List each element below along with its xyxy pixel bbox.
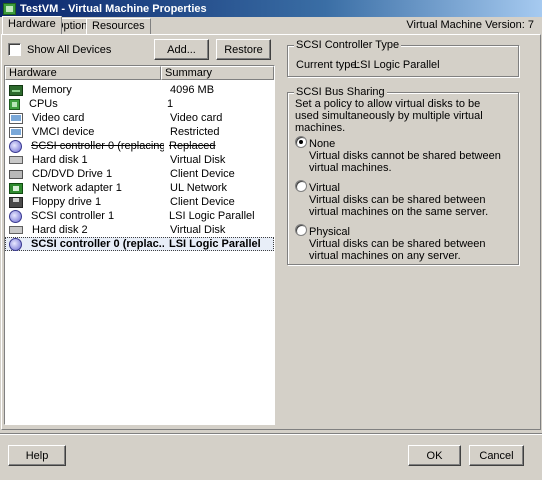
hardware-name: Network adapter 1 — [32, 182, 122, 194]
hardware-row-cd-dvd-drive-1[interactable]: CD/DVD Drive 1 Client Device — [5, 167, 274, 181]
tab-bar: Hardware Options Resources Virtual Machi… — [0, 16, 542, 34]
hardware-summary: Restricted — [170, 126, 220, 138]
help-button[interactable]: Help — [8, 445, 66, 466]
radio-physical-description: Virtual disks can be shared between virt… — [309, 238, 486, 262]
radio-none[interactable] — [295, 136, 307, 148]
ok-button[interactable]: OK — [408, 445, 461, 466]
radio-virtual-label: Virtual — [309, 182, 340, 194]
window-title: TestVM - Virtual Machine Properties — [20, 2, 207, 15]
hardware-name: VMCI device — [32, 126, 95, 138]
hardware-name: Hard disk 2 — [32, 224, 88, 236]
hardware-row-hard-disk-2[interactable]: Hard disk 2 Virtual Disk — [5, 223, 274, 237]
hardware-name: CPUs — [29, 98, 58, 110]
hardware-summary: Client Device — [170, 196, 235, 208]
memory-icon — [9, 84, 23, 96]
restore-button[interactable]: Restore — [216, 39, 271, 60]
cd-dvd-drive-icon — [9, 169, 23, 179]
tab-hardware[interactable]: Hardware — [2, 16, 62, 34]
radio-virtual[interactable] — [295, 180, 307, 192]
network-adapter-icon — [9, 182, 23, 194]
vm-icon — [3, 2, 16, 15]
checkbox-box[interactable] — [8, 43, 21, 56]
scsi-bus-sharing-title: SCSI Bus Sharing — [294, 86, 387, 98]
bus-sharing-description: Set a policy to allow virtual disks to b… — [295, 98, 483, 134]
hardware-list-header: Hardware Summary — [5, 66, 274, 80]
radio-none-description: Virtual disks cannot be shared between v… — [309, 150, 501, 174]
hardware-summary: LSI Logic Parallel — [169, 210, 255, 222]
radio-virtual-description: Virtual disks can be shared between virt… — [309, 194, 489, 218]
tab-resources[interactable]: Resources — [86, 18, 151, 34]
hardware-row-floppy-drive-1[interactable]: Floppy drive 1 Client Device — [5, 195, 274, 209]
hardware-name: Hard disk 1 — [32, 154, 88, 166]
add-button[interactable]: Add... — [154, 39, 209, 60]
column-header-hardware[interactable]: Hardware — [5, 66, 161, 80]
scsi-bus-sharing-group: SCSI Bus Sharing Set a policy to allow v… — [287, 86, 519, 265]
show-all-devices-checkbox[interactable]: Show All Devices — [8, 43, 111, 56]
hardware-row-network-adapter-1[interactable]: Network adapter 1 UL Network — [5, 181, 274, 195]
hardware-name: Floppy drive 1 — [32, 196, 102, 208]
hardware-summary: UL Network — [170, 182, 228, 194]
window-titlebar: TestVM - Virtual Machine Properties — [0, 0, 542, 17]
hardware-summary: Replaced — [169, 140, 216, 152]
radio-physical[interactable] — [295, 224, 307, 236]
hardware-row-video-card[interactable]: Video card Video card — [5, 111, 274, 125]
hardware-name: Memory — [32, 84, 72, 96]
hardware-row-scsi-controller-1[interactable]: SCSI controller 1 LSI Logic Parallel — [5, 209, 274, 223]
hardware-summary: Video card — [170, 112, 223, 124]
vmci-device-icon — [9, 126, 23, 138]
hardware-summary: LSI Logic Parallel — [169, 238, 261, 250]
hardware-summary: 1 — [167, 98, 174, 110]
hardware-row-scsi-controller-0-replacing[interactable]: SCSI controller 0 (replacing) Replaced — [5, 139, 274, 153]
hardware-summary: Client Device — [170, 168, 235, 180]
hardware-row-scsi-controller-0-new[interactable]: SCSI controller 0 (replac... LSI Logic P… — [5, 237, 274, 251]
hardware-name: Video card — [32, 112, 85, 124]
scsi-controller-icon — [9, 237, 22, 251]
hardware-summary: 4096 MB — [170, 84, 215, 96]
footer-divider — [0, 433, 542, 435]
current-type-label: Current type: — [296, 59, 360, 71]
scsi-controller-icon — [9, 139, 22, 153]
hardware-row-vmci-device[interactable]: VMCI device Restricted — [5, 125, 274, 139]
column-header-summary[interactable]: Summary — [161, 66, 274, 80]
hardware-summary: Virtual Disk — [170, 224, 226, 236]
hardware-name: SCSI controller 1 — [31, 210, 115, 222]
hardware-row-cpus[interactable]: CPUs 1 — [5, 97, 274, 111]
hardware-row-memory[interactable]: Memory 4096 MB — [5, 83, 274, 97]
video-card-icon — [9, 112, 23, 124]
floppy-drive-icon — [9, 196, 23, 208]
hardware-row-hard-disk-1[interactable]: Hard disk 1 Virtual Disk — [5, 153, 274, 167]
vm-version-label: Virtual Machine Version: 7 — [406, 19, 534, 31]
scsi-controller-type-group: SCSI Controller Type Current type: LSI L… — [287, 39, 519, 77]
scsi-controller-type-title: SCSI Controller Type — [294, 39, 402, 51]
hardware-name: SCSI controller 0 (replac... — [31, 238, 164, 250]
cpu-icon — [9, 98, 20, 110]
current-type-value: LSI Logic Parallel — [354, 59, 440, 71]
hardware-name: SCSI controller 0 (replacing) — [31, 140, 164, 152]
show-all-devices-label: Show All Devices — [27, 43, 112, 56]
scsi-controller-icon — [9, 209, 22, 223]
cancel-button[interactable]: Cancel — [469, 445, 524, 466]
hard-disk-icon — [9, 226, 23, 234]
radio-none-label: None — [309, 138, 336, 150]
hardware-name: CD/DVD Drive 1 — [32, 168, 113, 180]
hardware-summary: Virtual Disk — [170, 154, 226, 166]
hard-disk-icon — [9, 156, 23, 164]
radio-physical-label: Physical — [309, 226, 350, 238]
hardware-list[interactable]: Hardware Summary Memory 4096 MB CPUs 1 V… — [4, 65, 275, 425]
